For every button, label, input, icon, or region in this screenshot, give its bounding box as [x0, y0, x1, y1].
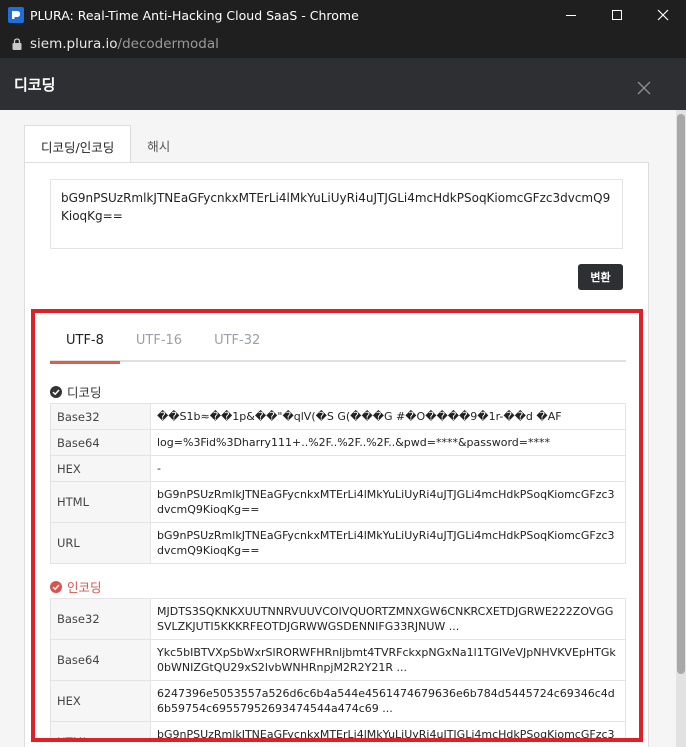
table-row: Base32 ��S1b≈��1p&��"�qlV(�S G(���G #�O�… — [50, 403, 626, 430]
encoding-tabs: UTF-8 UTF-16 UTF-32 — [50, 321, 626, 364]
input-textarea[interactable]: bG9nPSUzRmlkJTNEaGFycnkxMTErLi4lMkYuLiUy… — [50, 179, 623, 249]
modal-title: 디코딩 — [14, 76, 56, 94]
row-value: 6247396e5053557a526d6c6b4a544e4561474679… — [150, 680, 626, 722]
window-controls — [548, 0, 686, 30]
row-value: bG9nPSUzRmlkJTNEaGFycnkxMTErLi4lMkYuLiUy… — [150, 481, 626, 523]
row-key: Base32 — [50, 403, 151, 430]
row-key: Base64 — [50, 429, 151, 456]
convert-button[interactable]: 변환 — [578, 264, 623, 290]
browser-title-bar: PLURA: Real-Time Anti-Hacking Cloud SaaS… — [0, 0, 686, 30]
url-host: siem.plura.io — [30, 36, 118, 52]
row-key: HTML — [50, 481, 151, 523]
row-key: Base64 — [50, 639, 151, 681]
row-key: URL — [50, 522, 151, 564]
row-key: HTML — [50, 721, 151, 738]
tab-utf-32[interactable]: UTF-32 — [198, 321, 276, 362]
encode-heading: 인코딩 — [50, 577, 102, 596]
tab-decode-encode[interactable]: 디코딩/인코딩 — [24, 125, 132, 163]
plura-logo-icon — [8, 7, 24, 23]
encode-heading-label: 인코딩 — [67, 580, 102, 595]
scrollbar-thumb[interactable] — [677, 114, 685, 674]
row-value: Ykc5bIBTVXpSbWxrSlRORWFHRnljbmt4TVRFckxp… — [150, 639, 626, 681]
check-circle-icon — [50, 580, 62, 593]
check-circle-icon — [50, 385, 62, 398]
window-title: PLURA: Real-Time Anti-Hacking Cloud SaaS… — [30, 7, 359, 23]
outer-tabs: 디코딩/인코딩 해시 — [24, 125, 186, 163]
minimize-icon — [566, 15, 576, 16]
row-value: - — [150, 455, 626, 482]
row-value: ��S1b≈��1p&��"�qlV(�S G(���G #�O����9�1r… — [150, 403, 626, 430]
decode-heading: 디코딩 — [50, 382, 102, 401]
table-row: Base64 log=%3Fid%3Dharry111+..%2F..%2F..… — [50, 429, 626, 456]
table-row: HEX 6247396e5053557a526d6c6b4a544e456147… — [50, 680, 626, 722]
lock-icon — [12, 38, 22, 50]
table-row: HTML bG9nPSUzRmlkJTNEaGFycnkxMTErLi4lMkY… — [50, 721, 626, 738]
close-icon[interactable] — [636, 80, 652, 96]
row-value: bG9nPSUzRmlkJTNEaGFycnkxMTErLi4lMkYuLiUy… — [150, 721, 626, 738]
encode-table: Base32 MJDTS3SQKNKXUUTNNRVUUVCOIVQUORTZM… — [50, 598, 626, 738]
table-row: URL bG9nPSUzRmlkJTNEaGFycnkxMTErLi4lMkYu… — [50, 522, 626, 564]
row-value: log=%3Fid%3Dharry111+..%2F..%2F..%2F..&p… — [150, 429, 626, 456]
table-row: Base32 MJDTS3SQKNKXUUTNNRVUUVCOIVQUORTZM… — [50, 598, 626, 640]
row-value: MJDTS3SQKNKXUUTNNRVUUVCOIVQUORTZMNXGW6CN… — [150, 598, 626, 640]
row-key: Base32 — [50, 598, 151, 640]
maximize-icon — [612, 10, 622, 20]
table-row: HTML bG9nPSUzRmlkJTNEaGFycnkxMTErLi4lMkY… — [50, 481, 626, 523]
url-path: /decodermodal — [117, 36, 219, 52]
decode-heading-label: 디코딩 — [67, 385, 102, 400]
row-value: bG9nPSUzRmlkJTNEaGFycnkxMTErLi4lMkYuLiUy… — [150, 522, 626, 564]
window-close-icon — [657, 9, 669, 21]
scrollbar[interactable] — [676, 110, 686, 747]
table-row: HEX - — [50, 455, 626, 482]
window-close-button[interactable] — [640, 0, 686, 30]
tab-hash[interactable]: 해시 — [131, 125, 186, 163]
row-key: HEX — [50, 455, 151, 482]
modal-header: 디코딩 — [0, 58, 686, 110]
tab-utf-16[interactable]: UTF-16 — [120, 321, 198, 362]
url-text: siem.plura.io/decodermodal — [30, 36, 219, 52]
row-key: HEX — [50, 680, 151, 722]
maximize-button[interactable] — [594, 0, 640, 30]
minimize-button[interactable] — [548, 0, 594, 30]
table-row: Base64 Ykc5bIBTVXpSbWxrSlRORWFHRnljbmt4T… — [50, 639, 626, 681]
results-highlight: UTF-8 UTF-16 UTF-32 디코딩 Base32 ��S1b≈��1… — [31, 309, 643, 742]
tab-utf-8[interactable]: UTF-8 — [50, 321, 120, 364]
address-bar[interactable]: siem.plura.io/decodermodal — [0, 30, 686, 58]
decode-table: Base32 ��S1b≈��1p&��"�qlV(�S G(���G #�O�… — [50, 403, 626, 564]
